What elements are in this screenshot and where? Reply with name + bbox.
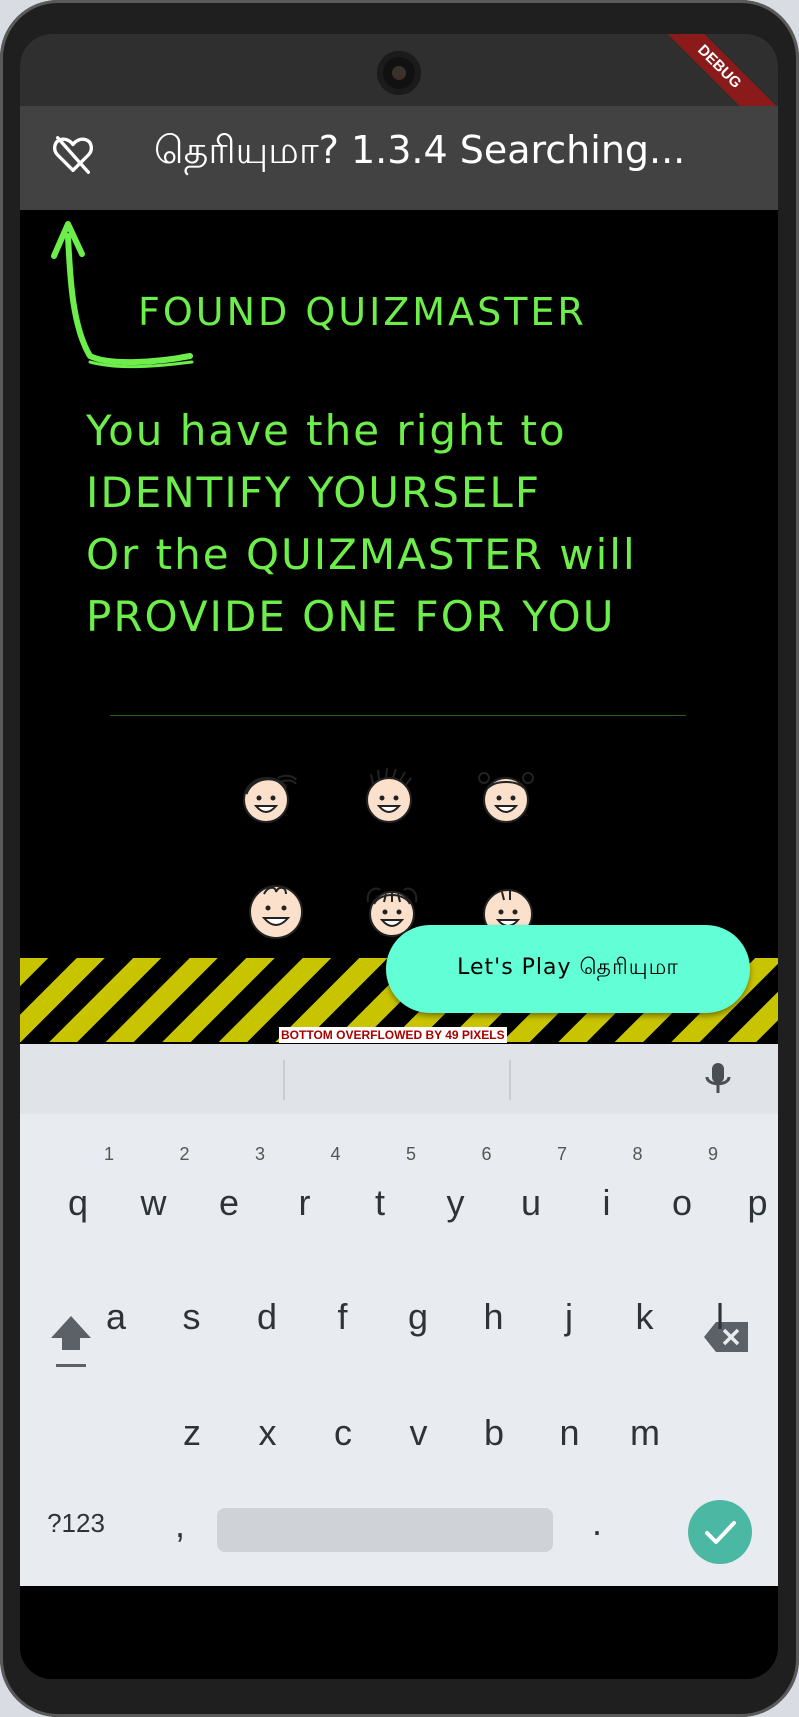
key-u[interactable]: u7 <box>495 1144 567 1224</box>
soft-keyboard: ?123 , . q1w2e3r4t5y6u7i8o9p0asdfghjklzx… <box>20 1044 778 1586</box>
comma-key[interactable]: , <box>160 1504 200 1546</box>
key-b[interactable]: b <box>458 1412 530 1454</box>
key-number-hint: 4 <box>330 1144 341 1164</box>
app-title: தெரியுமா? 1.3.4 Searching... <box>154 128 686 172</box>
avatar-girl-pigtails[interactable] <box>476 766 536 826</box>
key-label: u <box>520 1182 542 1223</box>
key-y[interactable]: y6 <box>420 1144 492 1224</box>
key-a[interactable]: a <box>80 1296 152 1338</box>
key-j[interactable]: j <box>533 1296 605 1338</box>
key-n[interactable]: n <box>534 1412 606 1454</box>
message-line: You have the right to <box>86 406 567 455</box>
key-t[interactable]: t5 <box>344 1144 416 1224</box>
key-label: y <box>446 1182 465 1223</box>
key-v[interactable]: v <box>383 1412 455 1454</box>
key-m[interactable]: m <box>609 1412 681 1454</box>
phone-frame: DEBUG தெரியுமா? 1.3.4 Searching... FOUND… <box>0 0 799 1717</box>
key-number-hint: 2 <box>179 1144 190 1164</box>
navigation-bar <box>20 1586 778 1679</box>
space-bar[interactable] <box>217 1508 553 1552</box>
key-number-hint: 7 <box>556 1144 567 1164</box>
app-bar: தெரியுமா? 1.3.4 Searching... <box>20 106 778 210</box>
key-o[interactable]: o9 <box>646 1144 718 1224</box>
period-key[interactable]: . <box>577 1502 617 1544</box>
front-camera <box>377 51 421 95</box>
message-line: Or the QUIZMASTER will <box>86 530 637 579</box>
avatar-girl-ponytail[interactable] <box>238 766 298 826</box>
key-g[interactable]: g <box>382 1296 454 1338</box>
key-d[interactable]: d <box>231 1296 303 1338</box>
heart-off-icon[interactable] <box>50 132 96 178</box>
key-label: i <box>602 1182 611 1223</box>
key-label: o <box>671 1182 693 1223</box>
key-p[interactable]: p0 <box>722 1182 779 1224</box>
identify-message: You have the right to IDENTIFY YOURSELF … <box>86 400 736 648</box>
key-l[interactable]: l <box>684 1296 756 1338</box>
key-r[interactable]: r4 <box>269 1144 341 1224</box>
key-h[interactable]: h <box>458 1296 530 1338</box>
key-k[interactable]: k <box>609 1296 681 1338</box>
symbols-key[interactable]: ?123 <box>40 1508 112 1539</box>
found-quizmaster-text: FOUND QUIZMASTER <box>138 290 587 334</box>
suggestion-divider <box>283 1060 285 1100</box>
key-number-hint: 5 <box>405 1144 416 1164</box>
key-label: r <box>298 1182 311 1223</box>
suggestion-strip <box>20 1044 778 1114</box>
key-x[interactable]: x <box>232 1412 304 1454</box>
avatar-boy-curly[interactable] <box>246 880 306 940</box>
suggestion-divider <box>509 1060 511 1100</box>
key-c[interactable]: c <box>307 1412 379 1454</box>
status-bar <box>20 34 778 106</box>
key-e[interactable]: e3 <box>193 1144 265 1224</box>
key-number-hint: 1 <box>103 1144 114 1164</box>
screen: DEBUG தெரியுமா? 1.3.4 Searching... FOUND… <box>20 34 778 1679</box>
message-line: IDENTIFY YOURSELF <box>86 468 541 517</box>
key-z[interactable]: z <box>156 1412 228 1454</box>
key-label: t <box>374 1182 385 1223</box>
key-label: w <box>140 1182 167 1223</box>
key-label: e <box>218 1182 240 1223</box>
key-number-hint: 3 <box>254 1144 265 1164</box>
key-q[interactable]: q1 <box>42 1144 114 1224</box>
key-s[interactable]: s <box>156 1296 228 1338</box>
overflow-warning: BOTTOM OVERFLOWED BY 49 PIXELS <box>279 1027 507 1043</box>
enter-button[interactable] <box>688 1500 752 1564</box>
key-label: q <box>67 1182 89 1223</box>
microphone-icon[interactable] <box>700 1060 736 1096</box>
key-f[interactable]: f <box>307 1296 379 1338</box>
lets-play-button[interactable]: Let's Play தெரியுமா <box>386 925 750 1013</box>
key-w[interactable]: w2 <box>118 1144 190 1224</box>
avatar-boy-spiky[interactable] <box>359 766 419 826</box>
checkmark-icon <box>705 1521 736 1544</box>
key-i[interactable]: i8 <box>571 1144 643 1224</box>
message-line: PROVIDE ONE FOR YOU <box>86 592 616 641</box>
key-number-hint: 9 <box>707 1144 718 1164</box>
divider <box>110 715 686 716</box>
key-label: p <box>747 1182 768 1223</box>
key-number-hint: 8 <box>632 1144 643 1164</box>
key-number-hint: 6 <box>481 1144 492 1164</box>
